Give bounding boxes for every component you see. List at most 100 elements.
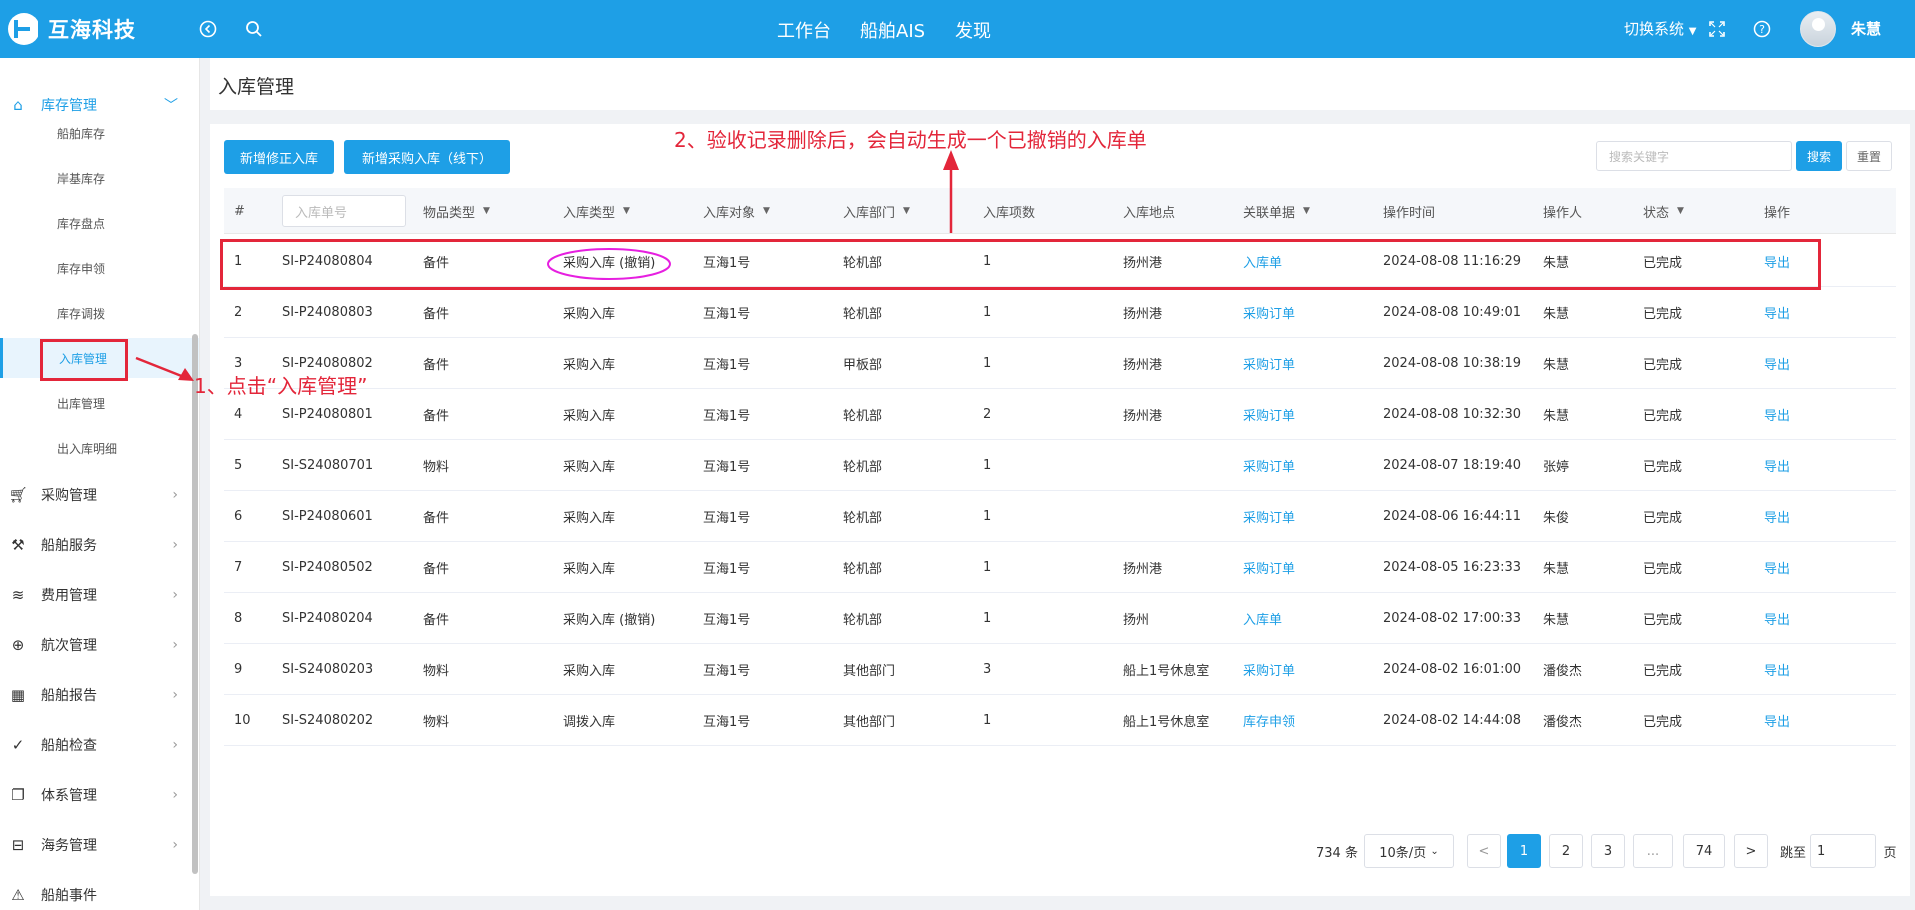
export-link[interactable]: 导出 [1764,491,1790,542]
title-bar: 入库管理 [210,58,1915,110]
calendar-icon: ▦ [10,686,26,704]
related-doc-link[interactable]: 采购订单 [1243,440,1295,491]
export-link[interactable]: 导出 [1764,287,1790,338]
export-link[interactable]: 导出 [1764,644,1790,695]
nav-workbench[interactable]: 工作台 [777,17,831,43]
reset-button[interactable]: 重置 [1846,141,1892,171]
sidebar-item-purchase[interactable]: 🛒︎ 采购管理 › [0,475,199,515]
related-doc-link[interactable]: 采购订单 [1243,644,1295,695]
time: 2024-08-02 16:01:00 [1383,662,1522,677]
item-type: 物料 [423,664,450,679]
col-target[interactable]: 入库对象 ▼ [703,188,770,234]
export-link[interactable]: 导出 [1764,338,1790,389]
order-no: SI-P24080204 [282,611,373,626]
table-row: 6 SI-P24080601 备件 采购入库 互海1号 轮机部 1 采购订单 2024-08-0… [224,491,1896,542]
col-inbound-type[interactable]: 入库类型 ▼ [563,188,630,234]
sidebar-item-inspection[interactable]: ✓ 船舶检查 › [0,725,199,765]
export-link[interactable]: 导出 [1764,593,1790,644]
page-3-button[interactable]: 3 [1591,834,1625,868]
related-doc-link[interactable]: 库存申领 [1243,695,1295,746]
order-no-filter-input[interactable]: 入库单号 [282,195,406,227]
brand-logo[interactable]: 互海科技 [8,12,136,46]
export-link[interactable]: 导出 [1764,542,1790,593]
operator: 朱慧 [1543,358,1570,373]
sidebar-subitem-detail[interactable]: 出入库明细 [0,428,199,468]
item-type: 备件 [423,562,450,577]
department: 轮机部 [843,511,883,526]
sidebar-item-voyage[interactable]: ⊕ 航次管理 › [0,625,199,665]
status: 已完成 [1643,613,1683,628]
col-label: 关联单据 [1243,205,1296,221]
table-row: 4 SI-P24080801 备件 采购入库 互海1号 轮机部 2 扬州港 采购订单 2024-0… [224,389,1896,440]
cart-icon: 🛒︎ [8,486,28,504]
related-doc-link[interactable]: 入库单 [1243,236,1282,287]
related-doc-link[interactable]: 入库单 [1243,593,1282,644]
sidebar-subitem-ship-inventory[interactable]: 船舶库存 [0,113,199,153]
add-purchase-button[interactable]: 新增采购入库（线下） [344,140,510,174]
nav-ship-ais[interactable]: 船舶AIS [860,17,925,43]
content-card: 新增修正入库 新增采购入库（线下） 搜索关键字 搜索 重置 # 入库单号 物品类… [210,124,1910,896]
col-department[interactable]: 入库部门 ▼ [843,188,910,234]
time: 2024-08-08 10:49:01 [1383,305,1522,320]
sidebar-item-expense[interactable]: ≋ 费用管理 › [0,575,199,615]
sidebar-scrollbar[interactable] [192,334,198,874]
sidebar-subitem-inbound[interactable]: 入库管理 [0,338,199,378]
page-ellipsis[interactable]: ... [1633,834,1673,868]
department: 其他部门 [843,715,896,730]
sidebar-item-marine[interactable]: ⊟ 海务管理 › [0,825,199,865]
export-link[interactable]: 导出 [1764,440,1790,491]
sidebar-item-system[interactable]: ❐ 体系管理 › [0,775,199,815]
prev-page-button[interactable]: < [1467,834,1501,868]
fullscreen-icon[interactable] [1705,17,1729,41]
user-avatar[interactable] [1800,11,1836,47]
search-input[interactable]: 搜索关键字 [1596,141,1792,171]
goto-page-input[interactable]: 1 [1810,834,1876,868]
sidebar-subitem-transfer[interactable]: 库存调拨 [0,293,199,333]
page-1-button[interactable]: 1 [1507,834,1541,868]
status: 已完成 [1643,460,1683,475]
sidebar-item-label: 船舶检查 [41,738,97,754]
related-doc-link[interactable]: 采购订单 [1243,338,1295,389]
department: 轮机部 [843,307,883,322]
export-link[interactable]: 导出 [1764,695,1790,746]
sidebar-subitem-stocktake[interactable]: 库存盘点 [0,203,199,243]
sidebar-item-events[interactable]: ⚠︎ 船舶事件 [0,875,199,910]
related-doc-link[interactable]: 采购订单 [1243,389,1295,440]
sidebar-subitem-requisition[interactable]: 库存申领 [0,248,199,288]
row-index: 2 [234,305,243,320]
location: 扬州港 [1123,409,1163,424]
status: 已完成 [1643,562,1683,577]
target: 互海1号 [703,664,751,679]
col-item-type[interactable]: 物品类型 ▼ [423,188,490,234]
sidebar-subitem-shore-inventory[interactable]: 岸基库存 [0,158,199,198]
related-doc-link[interactable]: 采购订单 [1243,542,1295,593]
chevron-right-icon: › [172,687,178,703]
switch-system-menu[interactable]: 切换系统 ▼ [1624,18,1697,39]
page-2-button[interactable]: 2 [1549,834,1583,868]
related-doc-link[interactable]: 采购订单 [1243,287,1295,338]
search-icon[interactable] [242,17,266,41]
page-size-select[interactable]: 10条/页 ⌄ [1364,834,1454,868]
related-doc-link[interactable]: 采购订单 [1243,491,1295,542]
item-type: 备件 [423,613,450,628]
sidebar-item-ship-report[interactable]: ▦ 船舶报告 › [0,675,199,715]
user-name[interactable]: 朱慧 [1851,18,1881,39]
nav-discover[interactable]: 发现 [955,17,991,43]
search-button[interactable]: 搜索 [1796,141,1842,171]
order-no: SI-P24080803 [282,305,373,320]
operator: 朱慧 [1543,256,1570,271]
sidebar-subitem-outbound[interactable]: 出库管理 [0,383,199,423]
row-index: 9 [234,662,243,677]
sidebar-item-ship-service[interactable]: ⚒︎ 船舶服务 › [0,525,199,565]
export-link[interactable]: 导出 [1764,389,1790,440]
col-related-doc[interactable]: 关联单据 ▼ [1243,188,1310,234]
next-page-button[interactable]: > [1734,834,1768,868]
inbound-type: 采购入库 [563,409,616,424]
add-correction-button[interactable]: 新增修正入库 [224,140,334,174]
export-link[interactable]: 导出 [1764,236,1790,287]
operator: 朱慧 [1543,307,1570,322]
col-status[interactable]: 状态 ▼ [1643,188,1684,234]
help-icon[interactable]: ? [1750,17,1774,41]
back-icon[interactable] [196,17,220,41]
page-74-button[interactable]: 74 [1683,834,1725,868]
